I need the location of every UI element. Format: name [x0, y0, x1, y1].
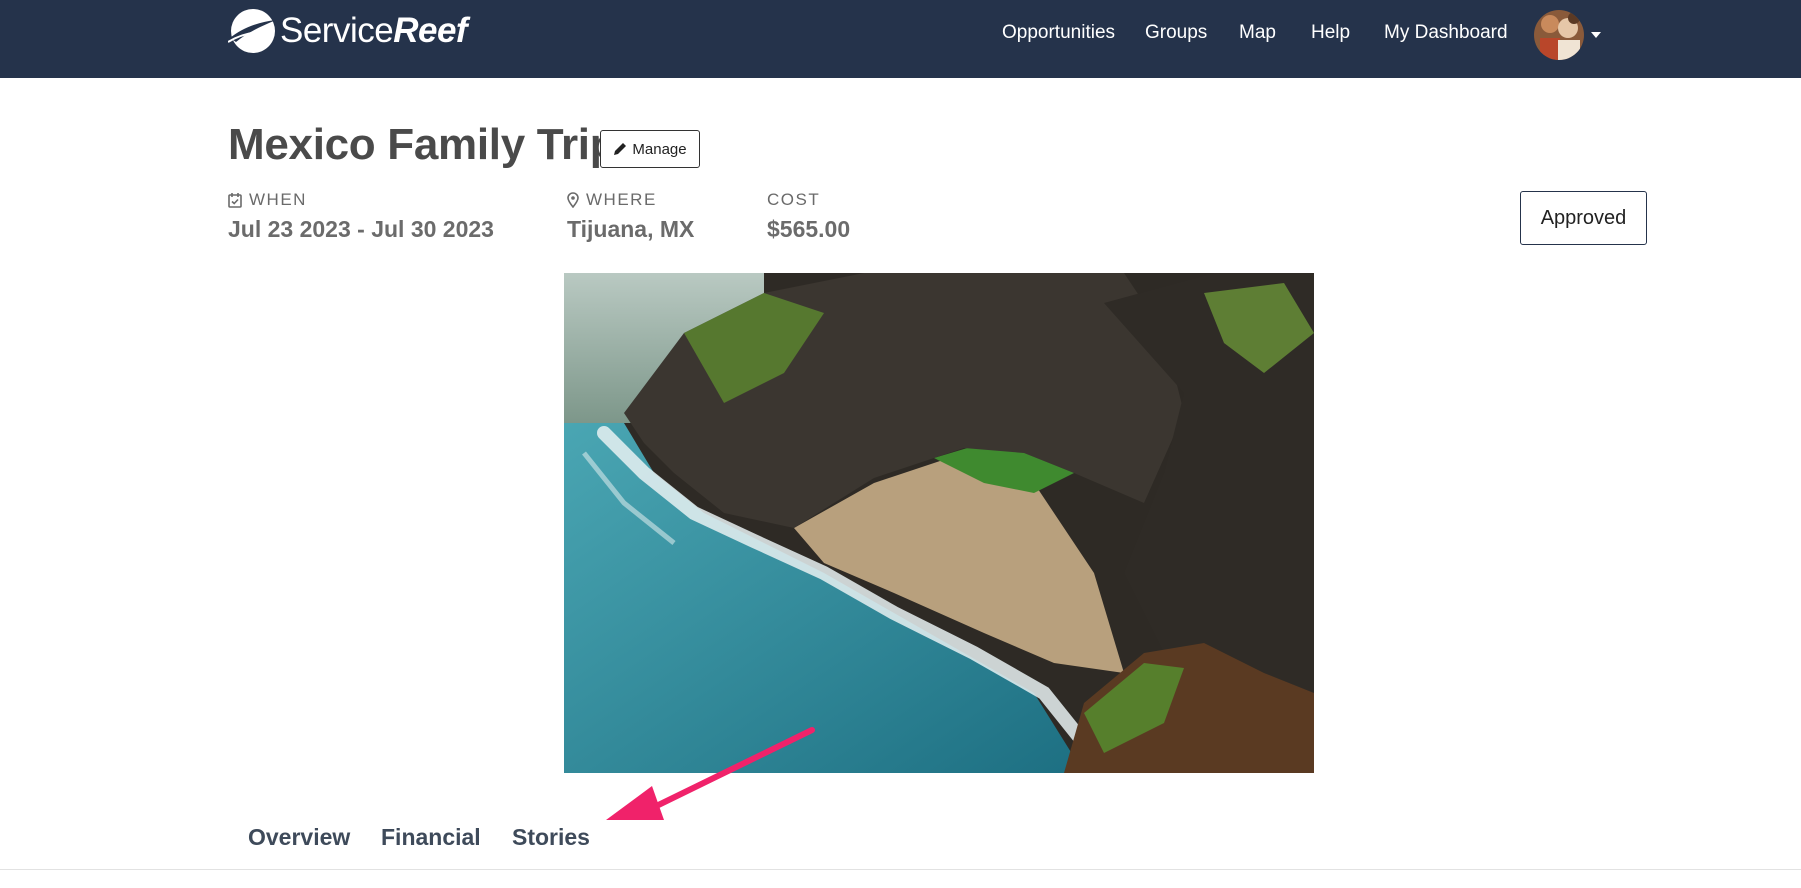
- user-avatar[interactable]: [1534, 10, 1584, 60]
- manage-button-label: Manage: [632, 140, 687, 158]
- tab-overview[interactable]: Overview: [248, 824, 350, 851]
- logo-mark-icon: [227, 6, 278, 56]
- nav-help[interactable]: Help: [1311, 22, 1350, 44]
- cost-label: COST: [767, 190, 821, 209]
- nav-groups[interactable]: Groups: [1145, 22, 1207, 44]
- calendar-check-icon: [228, 193, 242, 208]
- nav-my-dashboard[interactable]: My Dashboard: [1384, 22, 1508, 44]
- logo-wordmark: ServiceReef: [280, 11, 468, 50]
- page-title: Mexico Family Trip: [228, 120, 617, 169]
- map-pin-icon: [567, 192, 579, 208]
- where-label: WHERE: [567, 190, 657, 210]
- tab-divider: [0, 869, 1801, 870]
- nav-map[interactable]: Map: [1239, 22, 1276, 44]
- where-value: Tijuana, MX: [567, 216, 695, 242]
- when-value: Jul 23 2023 - Jul 30 2023: [228, 216, 494, 242]
- tab-stories[interactable]: Stories: [512, 824, 590, 851]
- tab-financial[interactable]: Financial: [381, 824, 481, 851]
- pencil-icon: [614, 143, 627, 155]
- status-badge[interactable]: Approved: [1520, 191, 1647, 245]
- when-label: WHEN: [228, 190, 307, 210]
- cost-value: $565.00: [767, 216, 851, 242]
- caret-down-icon[interactable]: [1591, 32, 1601, 38]
- top-navbar: ServiceReef Opportunities Groups Map Hel…: [0, 0, 1801, 78]
- nav-opportunities[interactable]: Opportunities: [1002, 22, 1115, 44]
- annotation-arrow-icon: [606, 727, 815, 820]
- manage-button[interactable]: Manage: [600, 130, 700, 168]
- trip-cover-image: [564, 273, 1314, 773]
- servicereef-logo[interactable]: ServiceReef: [227, 6, 468, 56]
